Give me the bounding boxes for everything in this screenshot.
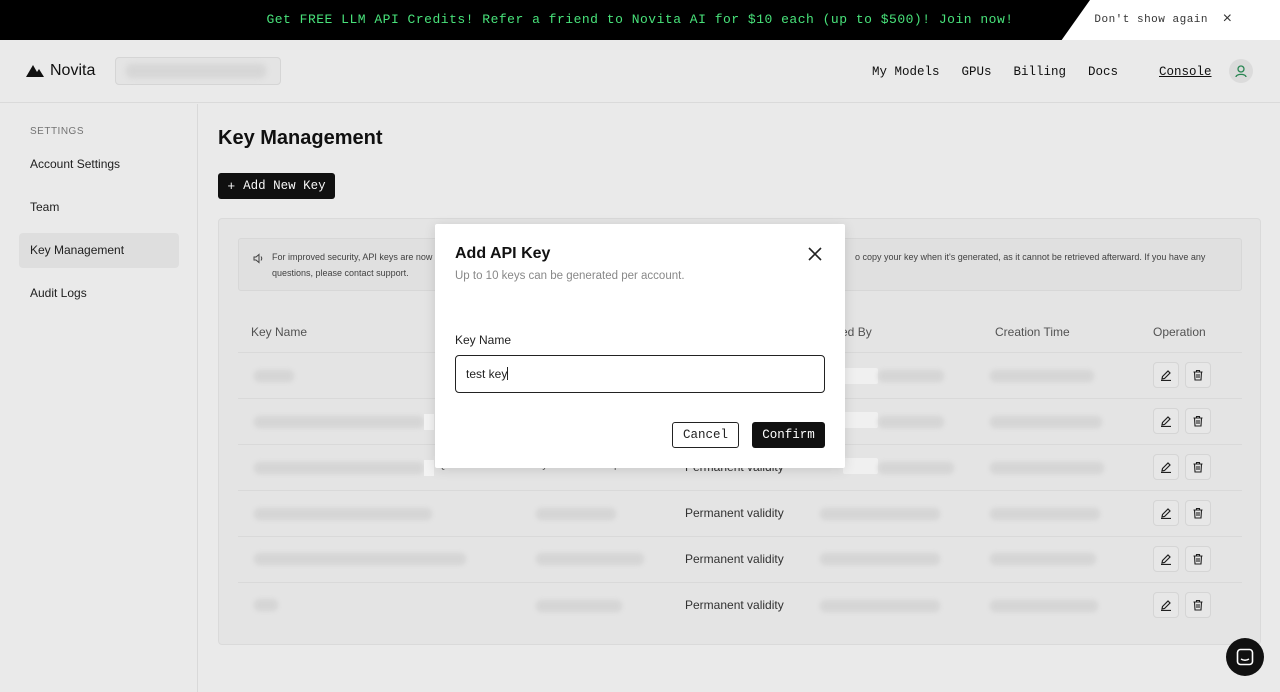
dialog-subtitle: Up to 10 keys can be generated per accou… (455, 270, 685, 282)
promo-banner: Get FREE LLM API Credits! Refer a friend… (0, 0, 1280, 40)
key-name-value: test key (466, 367, 508, 381)
dont-show-again-link[interactable]: Don't show again (1094, 14, 1208, 26)
confirm-button[interactable]: Confirm (752, 422, 825, 448)
chat-icon (1236, 648, 1254, 666)
text-caret (507, 367, 509, 380)
promo-banner-text[interactable]: Get FREE LLM API Credits! Refer a friend… (0, 12, 1280, 27)
add-api-key-dialog: Add API Key Up to 10 keys can be generat… (435, 224, 845, 468)
key-name-input[interactable]: test key (455, 355, 825, 393)
dialog-title: Add API Key (455, 245, 551, 262)
cancel-button[interactable]: Cancel (672, 422, 739, 448)
banner-close-icon[interactable]: × (1223, 10, 1232, 28)
support-chat-button[interactable] (1226, 638, 1264, 676)
close-icon[interactable] (805, 244, 825, 264)
key-name-label: Key Name (455, 333, 512, 347)
